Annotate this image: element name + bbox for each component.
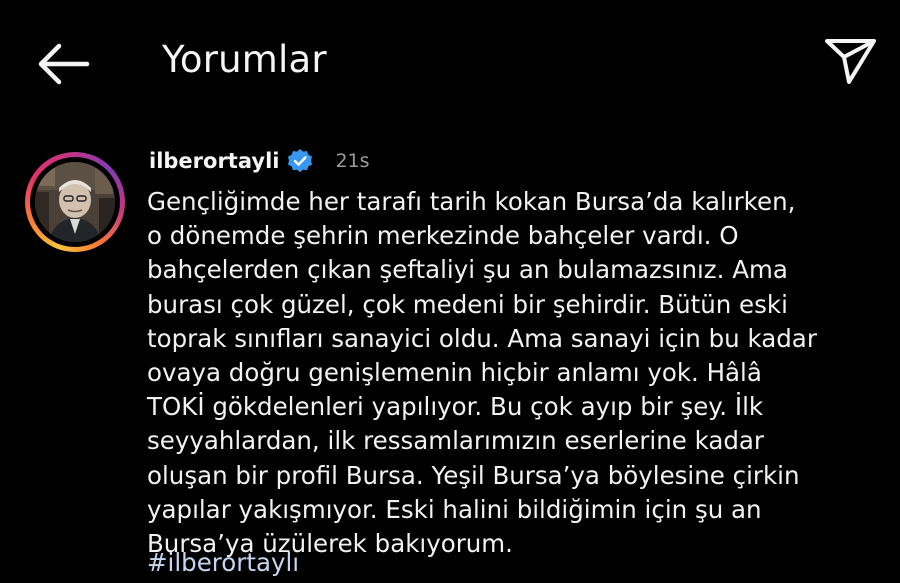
comment-meta: ilberortayli 21s: [149, 144, 370, 178]
comment-text: Gençliğimde her tarafı tarih kokan Bursa…: [147, 187, 817, 559]
avatar-ring-gap: [30, 157, 120, 247]
paper-plane-icon: [825, 39, 876, 84]
arrow-left-icon: [38, 43, 90, 85]
avatar-image: [35, 162, 115, 242]
comments-header: Yorumlar: [0, 0, 900, 125]
share-button[interactable]: [822, 36, 880, 86]
verified-badge-icon: [287, 148, 313, 174]
profile-photo: [35, 162, 115, 242]
avatar[interactable]: [25, 152, 125, 252]
page-title: Yorumlar: [162, 38, 327, 81]
hashtag-link[interactable]: #ilberortaylı: [147, 546, 299, 580]
back-button[interactable]: [34, 40, 92, 88]
comment-username[interactable]: ilberortayli: [149, 149, 279, 173]
comment-timestamp: 21s: [335, 150, 370, 172]
